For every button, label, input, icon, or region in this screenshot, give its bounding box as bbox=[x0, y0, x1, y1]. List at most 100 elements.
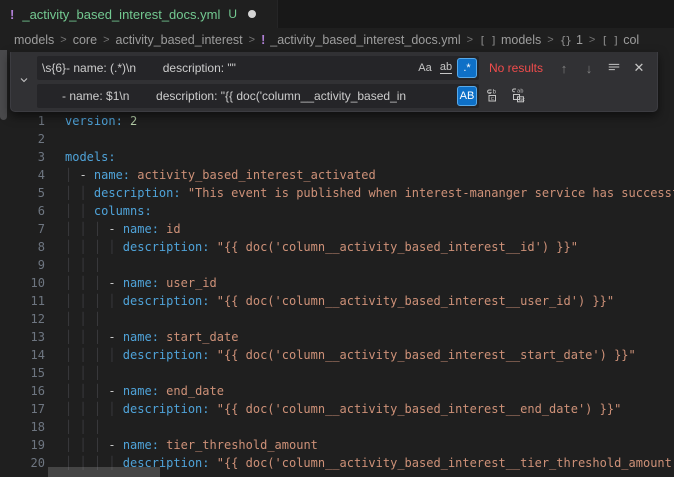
code-line: 6 │ │ columns: bbox=[0, 202, 674, 220]
line-number: 13 bbox=[0, 328, 45, 346]
preserve-case-button[interactable]: AB bbox=[457, 86, 477, 106]
git-status-badge: U bbox=[228, 7, 237, 21]
breadcrumb-item[interactable]: [ ] models bbox=[479, 33, 541, 47]
breadcrumb-separator: > bbox=[249, 34, 255, 46]
breadcrumb-separator: > bbox=[589, 34, 595, 46]
line-number: 7 bbox=[0, 220, 45, 238]
code-line: 17 │ │ │ │ description: "{{ doc('column__… bbox=[0, 400, 674, 418]
whole-word-button[interactable]: ab bbox=[436, 58, 456, 78]
code-text: │ │ │ bbox=[65, 364, 101, 382]
breadcrumb-label: models bbox=[501, 33, 541, 47]
replace-value-text: - name: $1\n description: "{{ doc('colum… bbox=[42, 89, 456, 103]
breadcrumb-item[interactable]: {}1 bbox=[560, 33, 583, 47]
symbol-array-icon: [ ] bbox=[479, 34, 496, 47]
modified-indicator-dot[interactable] bbox=[248, 10, 256, 18]
code-line: 14 │ │ │ │ description: "{{ doc('column__… bbox=[0, 346, 674, 364]
code-line: 16│ │ │ - name: end_date bbox=[0, 382, 674, 400]
line-number: 15 bbox=[0, 364, 45, 382]
code-text: │ │ │ bbox=[65, 310, 101, 328]
line-number: 8 bbox=[0, 238, 45, 256]
breadcrumb-item[interactable]: ! _activity_based_interest_docs.yml bbox=[261, 33, 461, 47]
code-text: models: bbox=[65, 148, 116, 166]
code-text: │ │ │ │ description: "{{ doc('column__ac… bbox=[65, 292, 614, 310]
line-number: 19 bbox=[0, 436, 45, 454]
breadcrumb-separator: > bbox=[103, 34, 109, 46]
chevron-down-icon bbox=[18, 73, 30, 91]
replace-all-button[interactable]: ab ac bbox=[509, 86, 529, 106]
code-line: 13 │ │ │ - name: start_date bbox=[0, 328, 674, 346]
line-number: 9 bbox=[0, 256, 45, 274]
yaml-alert-icon: ! bbox=[261, 33, 265, 47]
code-text: │ │ │ - name: id bbox=[65, 220, 181, 238]
line-number: 11 bbox=[0, 292, 45, 310]
line-number: 6 bbox=[0, 202, 45, 220]
code-line: 2 bbox=[0, 130, 674, 148]
find-widget-sash[interactable] bbox=[0, 50, 7, 120]
line-number: 12 bbox=[0, 310, 45, 328]
code-line: 10 │ │ │ - name: user_id bbox=[0, 274, 674, 292]
horizontal-scrollbar[interactable] bbox=[48, 467, 160, 477]
code-line: 4│ - name: activity_based_interest_activ… bbox=[0, 166, 674, 184]
code-text: │ │ │ │ description: "{{ doc('column__ac… bbox=[65, 238, 578, 256]
replace-icon: b c bbox=[486, 87, 502, 106]
tab-title: _activity_based_interest_docs.yml bbox=[22, 7, 220, 22]
line-number: 14 bbox=[0, 346, 45, 364]
code-text: │ │ columns: bbox=[65, 202, 152, 220]
svg-text:ab: ab bbox=[517, 87, 524, 94]
find-replace-widget: \s{6}- name: (.*)\n description: "" Aa a… bbox=[10, 52, 658, 112]
code-text: │ │ │ bbox=[65, 418, 101, 436]
code-text: │ │ │ - name: tier_threshold_amount bbox=[65, 436, 318, 454]
breadcrumb-separator: > bbox=[547, 34, 553, 46]
regex-button[interactable]: .* bbox=[457, 58, 477, 78]
replace-button[interactable]: b c bbox=[484, 86, 504, 106]
close-button[interactable]: ✕ bbox=[629, 58, 649, 78]
line-number: 16 bbox=[0, 382, 45, 400]
breadcrumb-item[interactable]: core bbox=[73, 33, 97, 47]
breadcrumb: models > core > activity_based_interest >! _ac… bbox=[0, 28, 674, 52]
symbol-array-icon: [ ] bbox=[601, 34, 618, 47]
line-number: 18 bbox=[0, 418, 45, 436]
line-number: 5 bbox=[0, 184, 45, 202]
code-line: 1version: 2 bbox=[0, 112, 674, 130]
toggle-replace-button[interactable] bbox=[11, 52, 37, 111]
code-text: │ │ │ │ description: "{{ doc('column__ac… bbox=[65, 400, 621, 418]
selection-lines-icon bbox=[607, 60, 621, 77]
previous-match-button[interactable]: ↑ bbox=[554, 58, 574, 78]
line-number: 4 bbox=[0, 166, 45, 184]
code-line: 19 │ │ │ - name: tier_threshold_amount bbox=[0, 436, 674, 454]
replace-input[interactable]: - name: $1\n description: "{{ doc('colum… bbox=[37, 84, 479, 108]
code-text: version: 2 bbox=[65, 112, 137, 130]
breadcrumb-item[interactable]: models bbox=[14, 33, 54, 47]
code-text: │ │ │ - name: user_id bbox=[65, 274, 217, 292]
svg-text:c: c bbox=[491, 95, 494, 102]
code-line: 7 │ │ │ - name: id bbox=[0, 220, 674, 238]
yaml-file-icon: ! bbox=[10, 7, 14, 22]
find-query-text: \s{6}- name: (.*)\n description: "" bbox=[42, 61, 414, 75]
tab-active-file[interactable]: ! _activity_based_interest_docs.yml U bbox=[0, 0, 278, 28]
line-number: 20 bbox=[0, 454, 45, 472]
code-text: │ │ │ - name: start_date bbox=[65, 328, 238, 346]
match-case-button[interactable]: Aa bbox=[415, 58, 435, 78]
code-line: 11 │ │ │ │ description: "{{ doc('column__… bbox=[0, 292, 674, 310]
editor[interactable]: 1version: 223models:4│ - name: activity_… bbox=[0, 112, 674, 477]
code-line: 12 │ │ │ bbox=[0, 310, 674, 328]
breadcrumb-separator: > bbox=[60, 34, 66, 46]
breadcrumb-item[interactable]: [ ] col bbox=[601, 33, 639, 47]
code-line: 9 │ │ │ bbox=[0, 256, 674, 274]
breadcrumb-label: _activity_based_interest_docs.yml bbox=[270, 33, 460, 47]
code-text: │ │ description: "This event is publishe… bbox=[65, 184, 674, 202]
code-text: │ │ │ │ description: "{{ doc('column__ac… bbox=[65, 346, 636, 364]
find-input[interactable]: \s{6}- name: (.*)\n description: "" Aa a… bbox=[37, 56, 479, 80]
code-text: │ │ │ bbox=[65, 256, 101, 274]
line-number: 17 bbox=[0, 400, 45, 418]
find-in-selection-button[interactable] bbox=[604, 58, 624, 78]
breadcrumb-label: col bbox=[623, 33, 639, 47]
next-match-button[interactable]: ↓ bbox=[579, 58, 599, 78]
symbol-object-icon: {} bbox=[560, 34, 571, 47]
tab-bar: ! _activity_based_interest_docs.yml U bbox=[0, 0, 674, 28]
line-number: 10 bbox=[0, 274, 45, 292]
breadcrumb-item[interactable]: activity_based_interest bbox=[116, 33, 243, 47]
breadcrumb-label: activity_based_interest bbox=[116, 33, 243, 47]
line-number: 2 bbox=[0, 130, 45, 148]
breadcrumb-label: models bbox=[14, 33, 54, 47]
